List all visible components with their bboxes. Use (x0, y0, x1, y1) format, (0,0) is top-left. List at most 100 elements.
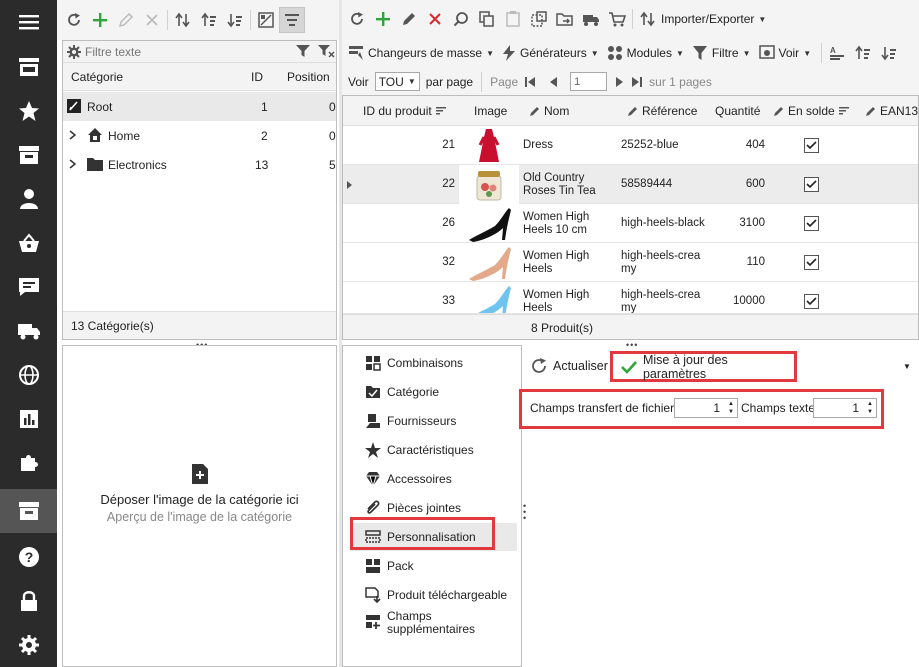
move-to-folder-icon[interactable] (552, 6, 578, 32)
update-settings-button[interactable]: Mise à jour des paramètres (610, 351, 797, 382)
on-sale-checkbox[interactable] (804, 126, 819, 165)
search-icon[interactable] (448, 6, 474, 32)
delete-icon[interactable] (139, 7, 165, 33)
menu-icon[interactable] (0, 0, 57, 44)
last-page-icon[interactable] (631, 76, 643, 88)
tab-features[interactable]: Caractéristiques (365, 436, 474, 464)
tab-category[interactable]: Catégorie (365, 378, 439, 406)
star-icon[interactable] (0, 89, 57, 133)
filter-funnel-icon[interactable] (295, 44, 311, 58)
lock-icon[interactable] (0, 579, 57, 623)
add-icon[interactable] (370, 6, 396, 32)
category-image-dropzone[interactable]: Déposer l'image de la catégorie ici Aper… (62, 345, 337, 667)
import-export-menu[interactable]: Importer/Exporter ▼ (661, 12, 766, 26)
filter-rows-icon[interactable] (279, 7, 305, 33)
user-icon[interactable] (0, 177, 57, 221)
first-page-icon[interactable] (524, 76, 536, 88)
column-header-image[interactable]: Image (474, 96, 507, 126)
edit-icon[interactable] (113, 7, 139, 33)
column-header-id[interactable]: ID du produit (363, 96, 446, 126)
truck-icon[interactable] (0, 309, 57, 353)
table-row[interactable]: 21 Dress 25252-blue 404 (343, 126, 918, 165)
column-header-ean13[interactable]: EAN13 (865, 96, 918, 126)
paste-icon[interactable] (500, 6, 526, 32)
clear-filter-icon[interactable] (317, 44, 335, 58)
tab-suppliers[interactable]: Fournisseurs (365, 407, 456, 435)
sort-updown-icon[interactable] (170, 7, 196, 33)
tab-accessories[interactable]: Accessoires (365, 465, 452, 493)
table-row[interactable]: 26 Women High Heels 10 cm high-heels-bla… (343, 204, 918, 243)
edit-icon[interactable] (396, 6, 422, 32)
column-header-reference[interactable]: Référence (627, 96, 697, 126)
vertical-splitter[interactable] (339, 0, 342, 667)
chevron-right-icon[interactable] (69, 159, 77, 169)
caret-down-icon[interactable]: ▼ (903, 362, 911, 371)
gear-icon[interactable] (0, 623, 57, 667)
prev-page-icon[interactable] (548, 76, 558, 88)
select-copy-icon[interactable] (526, 6, 552, 32)
table-row[interactable]: 32 Women High Heels high-heels-creamy 11… (343, 243, 918, 282)
on-sale-checkbox[interactable] (804, 282, 819, 313)
duplicate-icon[interactable] (474, 6, 500, 32)
add-icon[interactable] (87, 7, 113, 33)
column-header-name[interactable]: Nom (529, 96, 569, 126)
generators-menu[interactable]: Générateurs ▼ (502, 45, 599, 61)
product-id: 32 (442, 256, 455, 268)
refresh-icon[interactable] (61, 7, 87, 33)
help-icon[interactable]: ? (0, 535, 57, 579)
sort-descending-icon[interactable] (222, 7, 248, 33)
category-row[interactable]: Electronics 13 5 (63, 150, 336, 179)
filter-menu[interactable]: Filtre ▼ (692, 45, 751, 61)
view-menu[interactable]: Voir ▼ (758, 45, 811, 61)
sort-ascending-icon[interactable] (196, 7, 222, 33)
shipping-icon[interactable] (578, 6, 604, 32)
page-number-input[interactable] (570, 72, 608, 91)
on-sale-checkbox[interactable] (804, 243, 819, 282)
sort-descending-icon[interactable] (876, 40, 902, 66)
category-filter-input[interactable] (85, 44, 285, 59)
store-icon[interactable] (0, 45, 57, 89)
modules-menu[interactable]: Modules ▼ (607, 45, 684, 61)
gear-icon[interactable] (67, 44, 81, 59)
spin-arrows-icon[interactable]: ▲ ▼ (864, 400, 876, 416)
category-row[interactable]: Root 1 0 (63, 92, 336, 121)
tab-downloadable[interactable]: Produit téléchargeable (365, 581, 507, 609)
column-header-category[interactable]: Catégorie (71, 70, 123, 84)
catalog-icon[interactable] (0, 489, 57, 533)
inbox-icon[interactable] (0, 133, 57, 177)
mass-changers-menu[interactable]: Changeurs de masse ▼ (348, 45, 494, 61)
column-header-on-sale[interactable]: En solde (773, 96, 849, 126)
sort-ascending-icon[interactable] (850, 40, 876, 66)
globe-icon[interactable] (0, 353, 57, 397)
next-page-icon[interactable] (615, 76, 625, 88)
text-sort-icon[interactable]: A (824, 40, 850, 66)
chevron-right-icon[interactable] (69, 130, 77, 140)
table-row[interactable]: 22 Old Country Roses Tin Tea 58589444 60… (343, 165, 918, 204)
spin-arrows-icon[interactable]: ▲ ▼ (725, 400, 737, 416)
on-sale-checkbox[interactable] (804, 165, 819, 204)
category-row[interactable]: Home 2 0 (63, 121, 336, 150)
cart-icon[interactable] (604, 6, 630, 32)
refresh-button[interactable]: Actualiser (530, 352, 608, 380)
refresh-icon[interactable] (344, 6, 370, 32)
file-fields-stepper[interactable]: 1 ▲ ▼ (674, 398, 738, 418)
splitter-handle[interactable]: ••• (523, 502, 526, 523)
on-sale-checkbox[interactable] (804, 204, 819, 243)
import-export-icon[interactable] (635, 6, 661, 32)
delete-icon[interactable] (422, 6, 448, 32)
tab-extra-fields[interactable]: Champs supplémentaires (365, 610, 477, 644)
column-header-quantity[interactable]: Quantité (715, 96, 760, 126)
basket-icon[interactable] (0, 221, 57, 265)
column-header-id[interactable]: ID (251, 70, 263, 84)
chart-icon[interactable] (0, 397, 57, 441)
text-fields-stepper[interactable]: 1 ▲ ▼ (813, 398, 877, 418)
tab-pack[interactable]: Pack (365, 552, 414, 580)
column-header-position[interactable]: Position (287, 70, 330, 84)
chat-icon[interactable] (0, 265, 57, 309)
tab-combinations[interactable]: Combinaisons (365, 349, 463, 377)
per-page-select[interactable]: TOU ▼ (374, 72, 420, 91)
puzzle-icon[interactable] (0, 441, 57, 485)
splitter-handle[interactable]: ••• (626, 340, 638, 350)
image-toggle-icon[interactable] (253, 7, 279, 33)
table-row[interactable]: 33 Women High Heels high-heels-creamy 10… (343, 282, 918, 314)
